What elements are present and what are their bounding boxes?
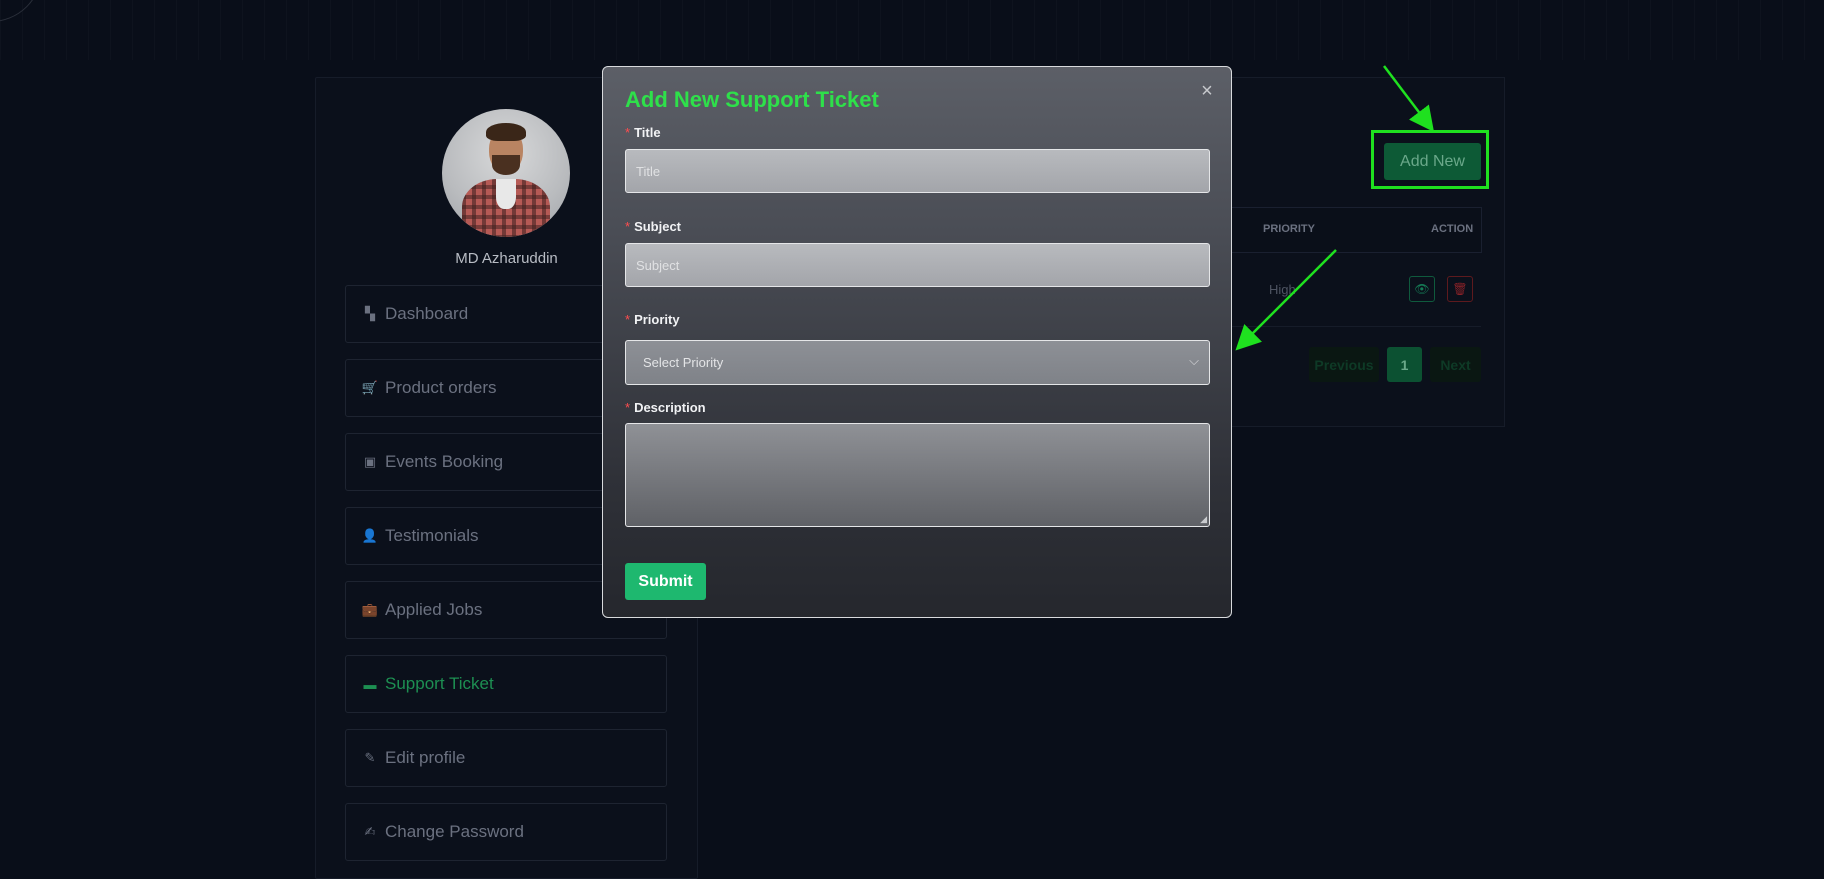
priority-label: * Priority bbox=[625, 312, 680, 327]
subject-label: * Subject bbox=[625, 219, 682, 234]
sidebar-item-label: Applied Jobs bbox=[385, 600, 483, 619]
required-mark: * bbox=[625, 125, 631, 140]
dashboard-icon: ▚ bbox=[365, 306, 375, 321]
user-edit-icon: ✎ bbox=[364, 750, 376, 765]
close-icon[interactable]: × bbox=[1197, 81, 1217, 101]
delete-button[interactable]: 🗑 bbox=[1447, 276, 1473, 302]
submit-button[interactable]: Submit bbox=[625, 563, 706, 600]
eye-icon: 👁 bbox=[1414, 282, 1430, 296]
description-textarea[interactable]: ◢ bbox=[625, 423, 1210, 527]
trash-icon: 🗑 bbox=[1452, 282, 1468, 296]
add-new-button[interactable]: Add New bbox=[1384, 143, 1481, 180]
resize-handle-icon[interactable]: ◢ bbox=[1200, 514, 1207, 525]
sidebar-item-edit-profile[interactable]: ✎ Edit profile bbox=[345, 729, 667, 787]
view-button[interactable]: 👁 bbox=[1409, 276, 1435, 302]
modal-title: Add New Support Ticket bbox=[625, 87, 879, 112]
sidebar-item-label: Support Ticket bbox=[385, 674, 494, 693]
pagination-previous[interactable]: Previous bbox=[1309, 347, 1379, 382]
description-label: * Description bbox=[625, 400, 706, 415]
sidebar-item-label: Change Password bbox=[385, 822, 524, 841]
sidebar-item-label: Events Booking bbox=[385, 452, 504, 471]
avatar bbox=[442, 109, 570, 237]
ticket-icon: ▬ bbox=[363, 676, 377, 692]
required-mark: * bbox=[625, 400, 631, 415]
table-cell-priority: High bbox=[1269, 282, 1296, 297]
chevron-down-icon: ⌵ bbox=[1189, 353, 1199, 368]
pagination-page-1[interactable]: 1 bbox=[1387, 347, 1422, 382]
user-tie-icon: 👤 bbox=[361, 528, 379, 543]
background-grid bbox=[0, 0, 1824, 60]
subject-input[interactable] bbox=[625, 243, 1210, 287]
column-header-priority: PRIORITY bbox=[1263, 223, 1315, 235]
cart-icon: 🛒 bbox=[361, 380, 379, 395]
priority-select-value: Select Priority bbox=[643, 355, 724, 370]
sidebar-item-label: Dashboard bbox=[385, 304, 469, 323]
sidebar-item-label: Testimonials bbox=[385, 526, 479, 545]
briefcase-icon: 💼 bbox=[361, 602, 379, 617]
sidebar-item-change-password[interactable]: ✍ Change Password bbox=[345, 803, 667, 861]
sidebar-item-label: Product orders bbox=[385, 378, 497, 397]
required-mark: * bbox=[625, 312, 631, 327]
calendar-icon: ▣ bbox=[363, 454, 377, 469]
title-input[interactable] bbox=[625, 149, 1210, 193]
title-label: * Title bbox=[625, 125, 661, 140]
priority-select[interactable]: Select Priority ⌵ bbox=[625, 340, 1210, 385]
required-mark: * bbox=[625, 219, 631, 234]
pagination-next[interactable]: Next bbox=[1430, 347, 1481, 382]
sidebar-item-label: Edit profile bbox=[385, 748, 466, 767]
edit-icon: ✍ bbox=[364, 824, 376, 839]
add-ticket-modal: Add New Support Ticket × *Title *Subject… bbox=[602, 66, 1232, 618]
sidebar-item-support-ticket[interactable]: ▬ Support Ticket bbox=[345, 655, 667, 713]
column-header-action: ACTION bbox=[1431, 223, 1474, 235]
